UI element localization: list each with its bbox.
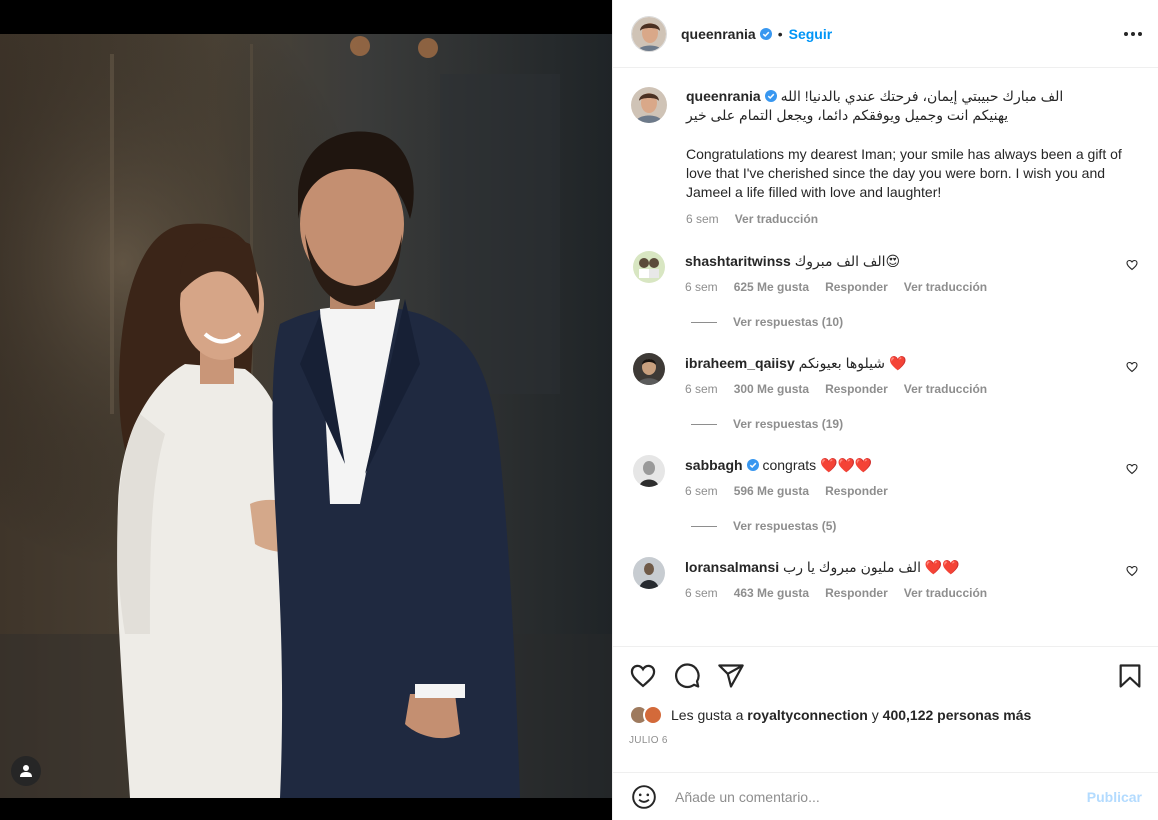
comment-avatar[interactable] [633,251,665,283]
translate-link[interactable]: Ver traducción [904,583,987,603]
translate-link[interactable]: Ver traducción [904,379,987,399]
caption-english: Congratulations my dearest Iman; your sm… [686,146,1122,200]
comment-time[interactable]: 6 sem [685,277,718,297]
comments-list[interactable]: queenrania الف مبارك حبيبتي إيمان، فرحتك… [613,69,1158,645]
caption-arabic-line-1: الف مبارك حبيبتي إيمان، فرحتك عندي بالدن… [780,88,1064,104]
comment-text: الف مليون مبروك يا رب [783,559,921,575]
comment-text: congrats [762,457,817,473]
comment-text: شيلوها بعيونكم [798,355,886,371]
likers-avatars[interactable] [629,705,663,725]
comment-username[interactable]: ibraheem_qaiisy [685,355,795,371]
follow-button[interactable]: Seguir [789,26,833,42]
comment-emoji: 😍 [885,253,901,269]
comment-avatar[interactable] [633,455,665,487]
comment-item: shashtaritwinss الف الف مبروك😍 6 sem 625… [631,251,1142,297]
verified-icon [759,27,772,40]
author-username[interactable]: queenrania [681,26,756,42]
avatar-image [631,87,667,123]
comment-icon[interactable] [673,662,701,690]
comment-emoji: ❤️❤️❤️ [820,457,873,473]
view-replies-button[interactable]: Ver respuestas (5) [691,519,1142,533]
avatar-image [633,251,665,283]
heart-icon[interactable] [629,662,657,690]
likes-joiner: y [871,707,879,723]
emoji-icon[interactable] [631,784,657,810]
caption-username[interactable]: queenrania [686,88,761,104]
translate-link[interactable]: Ver traducción [904,277,987,297]
post-date[interactable]: JULIO 6 [629,735,1144,746]
separator-dot: • [777,25,783,42]
comment-item: ibraheem_qaiisy شيلوها بعيونكم ❤️ 6 sem … [631,353,1142,399]
comment-avatar[interactable] [633,557,665,589]
comment-like-icon[interactable] [1126,361,1138,373]
caption: queenrania الف مبارك حبيبتي إيمان، فرحتك… [631,87,1142,229]
avatar-image [633,557,665,589]
avatar-image [633,353,665,385]
comment-avatar[interactable] [633,353,665,385]
post-side-panel: queenrania • Seguir queenrania الف مبارك… [612,0,1158,820]
comment-username[interactable]: loransalmansi [685,559,779,575]
reply-button[interactable]: Responder [825,277,888,297]
reply-button[interactable]: Responder [825,481,888,501]
comment-item: loransalmansi الف مليون مبروك يا رب ❤️❤️… [631,557,1142,603]
post-media [0,0,612,820]
comment-text: الف الف مبروك [794,253,886,269]
comment-time[interactable]: 6 sem [685,379,718,399]
comment-likes[interactable]: 300 Me gusta [734,379,809,399]
caption-time[interactable]: 6 sem [686,210,719,229]
more-options-icon[interactable] [1124,31,1142,36]
caption-arabic-line-2: يهنيكم انت وجميل ويوفقكم دائما، ويجعل ال… [686,107,1009,123]
comment-likes[interactable]: 596 Me gusta [734,481,809,501]
share-icon[interactable] [717,662,745,690]
comment-time[interactable]: 6 sem [685,583,718,603]
verified-icon [746,459,759,471]
avatar-image [632,16,666,51]
comment-like-icon[interactable] [1126,259,1138,271]
likes-summary: Les gusta a royaltyconnection y 400,122 … [629,705,1144,725]
post-header: queenrania • Seguir [613,0,1158,68]
view-replies-button[interactable]: Ver respuestas (19) [691,417,1142,431]
avatar-image [633,455,665,487]
reply-button[interactable]: Responder [825,583,888,603]
likes-prefix: Les gusta a [671,707,744,723]
comment-username[interactable]: sabbagh [685,457,743,473]
comment-time[interactable]: 6 sem [685,481,718,501]
comment-emoji: ❤️ [888,355,907,371]
comment-like-icon[interactable] [1126,565,1138,577]
comment-username[interactable]: shashtaritwinss [685,253,791,269]
comment-item: sabbagh congrats ❤️❤️❤️ 6 sem 596 Me gus… [631,455,1142,501]
comment-likes[interactable]: 625 Me gusta [734,277,809,297]
verified-icon [764,90,777,102]
add-comment-bar: Publicar [613,772,1158,820]
likes-user[interactable]: royaltyconnection [747,707,868,723]
bookmark-icon[interactable] [1116,662,1144,690]
author-avatar[interactable] [631,15,667,52]
likes-others[interactable]: 400,122 personas más [883,707,1032,723]
comment-input[interactable] [675,788,1087,805]
tag-button[interactable] [11,756,41,786]
caption-translate-link[interactable]: Ver traducción [735,210,818,229]
post-actions: Les gusta a royaltyconnection y 400,122 … [613,646,1158,746]
comment-likes[interactable]: 463 Me gusta [734,583,809,603]
caption-avatar[interactable] [631,87,667,123]
view-replies-button[interactable]: Ver respuestas (10) [691,315,1142,329]
post-photo[interactable] [0,34,612,798]
comment-emoji: ❤️❤️ [924,559,960,575]
comment-like-icon[interactable] [1126,463,1138,475]
publish-button[interactable]: Publicar [1087,789,1142,805]
reply-button[interactable]: Responder [825,379,888,399]
couple-photo-illustration [0,34,612,798]
user-tag-icon [20,765,32,777]
